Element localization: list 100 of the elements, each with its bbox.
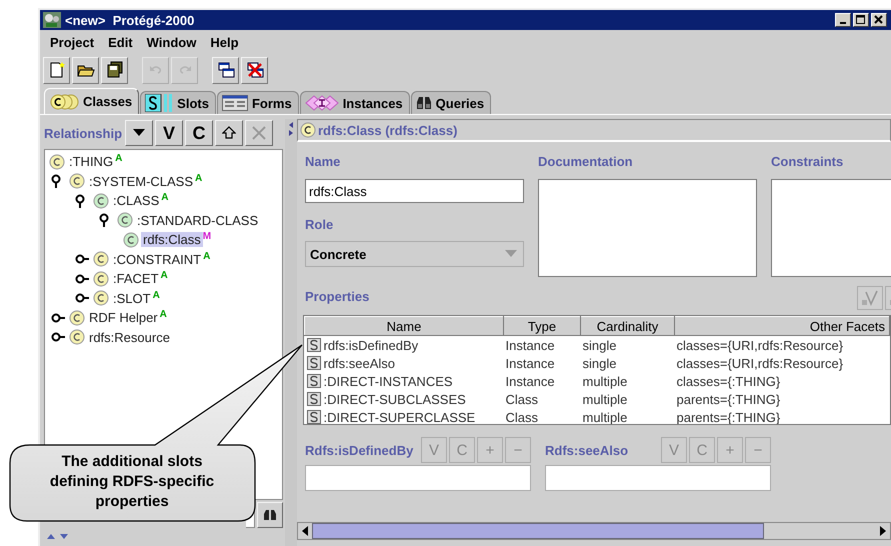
close-windows-icon [246, 61, 264, 79]
table-cell: multiple [582, 374, 628, 388]
documentation-label: Documentation [538, 154, 634, 171]
dropdown-arrow-icon [505, 250, 517, 258]
role-dropdown[interactable]: Concrete [305, 241, 524, 267]
tree-item[interactable]: :CONSTRAINT [111, 252, 204, 267]
status-letter: A [195, 172, 202, 184]
tree-button[interactable]: C [185, 120, 214, 146]
slot-label: Rdfs:seeAlso [545, 442, 628, 458]
tree-item[interactable]: rdfs:Class [141, 232, 203, 248]
cascade-windows-button[interactable] [212, 56, 239, 84]
dropdown-arrow-icon [133, 129, 146, 137]
slot-icon [306, 356, 320, 370]
slot-icon [306, 392, 320, 406]
slot-icon [306, 410, 320, 424]
class-icon [49, 154, 65, 170]
binoculars-icon [263, 509, 277, 521]
maximize-button[interactable] [853, 13, 869, 27]
table-cell: Class [506, 410, 538, 424]
class-title: rdfs:Class (rdfs:Class) [318, 122, 458, 138]
tree-item[interactable]: :SLOT [111, 290, 153, 306]
tree-item[interactable]: :SYSTEM-CLASS [87, 174, 196, 189]
slots-icon [145, 94, 174, 112]
view-icon [860, 289, 880, 307]
open-folder-button[interactable] [72, 56, 99, 84]
window-title: <new> Protégé-2000 [65, 12, 196, 28]
close-windows-button[interactable] [241, 56, 268, 84]
close-button[interactable] [871, 13, 887, 27]
floppy-disks-button[interactable] [101, 56, 128, 84]
tree-button[interactable]: V [155, 120, 184, 146]
column-header[interactable]: Cardinality [580, 316, 674, 336]
diamonds-icon [304, 95, 339, 111]
constraints-label: Constraints [771, 154, 844, 171]
class-icon [123, 232, 139, 248]
menu-item[interactable]: Help [203, 34, 246, 50]
value-field[interactable] [305, 465, 531, 491]
class-icon [69, 310, 85, 326]
table-cell: single [582, 356, 616, 370]
name-label: Name [305, 154, 342, 171]
close-icon [874, 15, 884, 25]
tree-item[interactable]: :THING [67, 154, 116, 170]
column-header[interactable]: Name [304, 316, 504, 336]
tab[interactable]: Slots [140, 91, 216, 114]
properties-label: Properties [305, 289, 370, 306]
class-icon [69, 173, 85, 190]
documentation-field[interactable] [538, 179, 757, 277]
status-letter: A [152, 290, 160, 300]
tree-item[interactable]: RDF Helper [87, 310, 160, 326]
tree-item[interactable]: rdfs:Resource [87, 330, 172, 345]
collapsed-handle-icon[interactable] [75, 272, 91, 286]
column-header[interactable]: Other Facets [674, 316, 890, 336]
tab[interactable]: Classes [44, 88, 140, 114]
status-letter: A [160, 270, 168, 281]
constraints-field[interactable] [771, 179, 891, 277]
collapsed-handle-icon[interactable] [75, 291, 91, 306]
minimize-icon [840, 22, 846, 24]
horizontal-scroll-bar[interactable] [297, 522, 891, 540]
status-letter: A [161, 192, 168, 203]
binoculars-icon [416, 96, 432, 110]
collapsed-handle-icon[interactable] [51, 330, 67, 344]
dropdown-button[interactable] [125, 120, 154, 146]
find-button[interactable] [257, 502, 283, 528]
status-letter: A [115, 153, 122, 164]
value-field[interactable] [545, 465, 771, 491]
tab[interactable]: Forms [216, 91, 299, 114]
table-cell: single [582, 338, 616, 352]
table-cell: Class [506, 392, 538, 406]
table-cell: multiple [582, 410, 628, 424]
minimize-button[interactable] [835, 13, 851, 27]
tree-item[interactable]: :FACET [111, 271, 161, 286]
tab[interactable]: Instances [300, 91, 410, 114]
new-file-button[interactable] [43, 56, 70, 84]
name-field[interactable]: rdfs:Class [305, 179, 524, 203]
class-icon [117, 212, 133, 228]
menu-item[interactable]: Edit [101, 34, 140, 50]
up-arrow-icon [222, 126, 236, 140]
table-cell: parents={:THING} [676, 392, 780, 406]
class-icon [300, 122, 316, 138]
menu-item[interactable]: Project [43, 34, 102, 50]
up-arrow-button[interactable] [215, 120, 244, 146]
table-cell: Instance [506, 374, 555, 388]
tree-item[interactable]: :CLASS [111, 193, 162, 208]
status-letter: M [202, 231, 212, 242]
table-cell: Instance [506, 356, 555, 370]
table-cell: classes={URI,rdfs:Resource} [676, 356, 844, 370]
table-cell: rdfs:isDefinedBy [324, 338, 418, 352]
tab[interactable]: Queries [410, 91, 492, 114]
class-icon [93, 192, 109, 209]
table-cell: :DIRECT-INSTANCES [324, 374, 453, 388]
right-arrow-icon [880, 526, 886, 536]
column-header[interactable]: Type [504, 316, 580, 336]
callout-text: The additional slots defining RDFS-specific properties [48, 452, 216, 512]
menu-item[interactable]: Window [140, 34, 204, 50]
slot-icon [306, 338, 320, 352]
table-cell: classes={:THING} [676, 374, 780, 388]
class-icon [69, 329, 85, 346]
collapsed-handle-icon[interactable] [51, 310, 67, 325]
tree-item[interactable]: :STANDARD-CLASS [135, 212, 260, 228]
classes-icon [49, 94, 79, 110]
collapsed-handle-icon[interactable] [75, 252, 91, 266]
